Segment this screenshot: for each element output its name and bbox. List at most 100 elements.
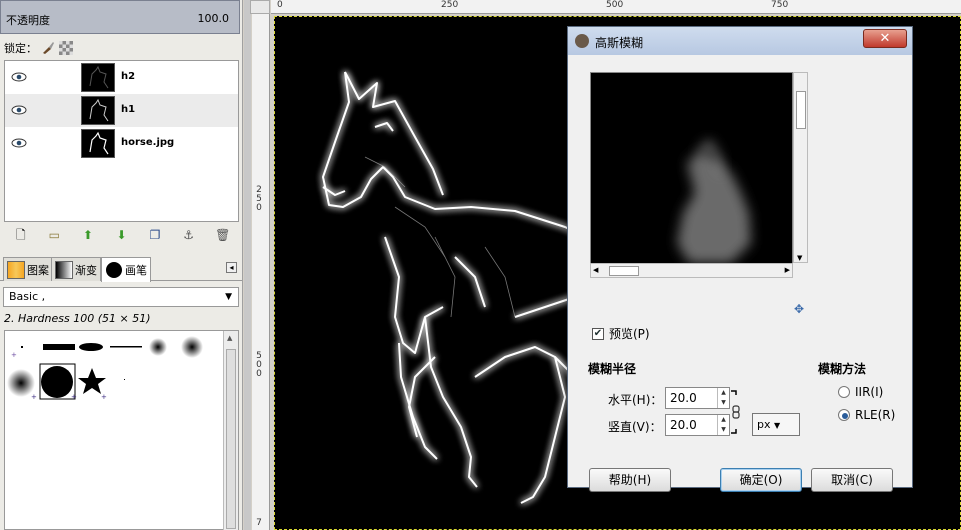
scroll-thumb[interactable] xyxy=(226,349,236,529)
layer-buttons: 🗋 ▭ ⬆ ⬇ ❐ ⚓ 🗑 xyxy=(4,226,239,244)
dialog-title: 高斯模糊 xyxy=(595,36,644,50)
scroll-down-icon[interactable]: ▼ xyxy=(797,254,802,262)
method-label: RLE(R) xyxy=(855,408,896,422)
ruler-label: 750 xyxy=(771,0,789,10)
tab-gradients[interactable]: 渐变 xyxy=(51,257,101,281)
lock-pixels-icon[interactable] xyxy=(41,41,55,55)
folder-icon[interactable]: ▭ xyxy=(47,228,61,242)
pattern-icon xyxy=(7,260,25,279)
brush-preset-select[interactable]: Basic , ▼ xyxy=(3,287,239,307)
layer-row-horse[interactable]: horse.jpg xyxy=(5,127,238,160)
eye-icon[interactable] xyxy=(11,105,27,115)
opacity-slider[interactable]: 不透明度 100.0 xyxy=(0,0,240,34)
current-brush-label: 2. Hardness 100 (51 × 51) xyxy=(4,312,151,325)
svg-text:+: + xyxy=(71,393,77,401)
method-iir-radio[interactable]: IIR(I) xyxy=(838,385,883,399)
ruler-label: 250 xyxy=(441,0,459,10)
svg-text:+: + xyxy=(31,393,37,401)
ruler-label: 5 0 0 xyxy=(256,351,262,379)
ruler-label: 2 5 0 xyxy=(256,185,262,213)
lower-layer-icon[interactable]: ⬇ xyxy=(114,228,128,242)
duplicate-layer-icon[interactable]: ❐ xyxy=(148,228,162,242)
layers-list: h2 h1 horse.jpg xyxy=(4,60,239,222)
horizontal-label: 水平(H)： xyxy=(608,393,663,407)
help-button[interactable]: 帮助(H) xyxy=(589,468,671,492)
gradient-icon xyxy=(55,260,73,279)
brush-preset-value: Basic , xyxy=(9,290,46,303)
radio-icon[interactable] xyxy=(838,386,850,398)
brush-icon xyxy=(105,261,123,279)
eye-icon[interactable] xyxy=(11,72,27,82)
svg-text:+: + xyxy=(11,351,17,359)
new-layer-icon[interactable]: 🗋 xyxy=(14,228,28,242)
tab-menu-icon[interactable]: ◂ xyxy=(226,262,237,273)
radio-selected-icon[interactable] xyxy=(838,409,850,421)
layer-thumbnail xyxy=(81,63,115,92)
scroll-left-icon[interactable]: ◀ xyxy=(593,266,598,274)
preview-checkbox[interactable]: ✔ 预览(P) xyxy=(592,325,650,342)
scroll-thumb[interactable] xyxy=(609,266,639,276)
layer-row-h2[interactable]: h2 xyxy=(5,61,238,94)
dialog-body: ▼ ◀ ▶ ✥ ✔ 预览(P) 模糊半径 模糊方法 水平(H)： 20.0 ▲ ▼… xyxy=(575,56,905,492)
gaussian-blur-dialog: 高斯模糊 ✕ ▼ ◀ ▶ ✥ ✔ 预览(P) 模糊半径 模糊方法 水平(H)： … xyxy=(567,26,913,492)
dock-separator[interactable] xyxy=(244,0,251,530)
unit-value: px xyxy=(757,418,771,431)
method-rle-radio[interactable]: RLE(R) xyxy=(838,408,895,422)
scroll-right-icon[interactable]: ▶ xyxy=(785,266,790,274)
raise-layer-icon[interactable]: ⬆ xyxy=(81,228,95,242)
layer-name: h1 xyxy=(121,104,136,115)
preview-horizontal-scrollbar[interactable]: ◀ ▶ xyxy=(590,263,793,278)
blur-radius-header: 模糊半径 xyxy=(588,362,637,376)
ruler-left[interactable]: 2 5 0 5 0 0 7 xyxy=(252,14,270,530)
delete-icon[interactable]: 🗑 xyxy=(215,228,230,242)
layer-thumbnail xyxy=(81,96,115,125)
opacity-label: 不透明度 xyxy=(6,14,50,27)
left-dock: 不透明度 100.0 锁定： h2 h1 horse.jpg 🗋 ▭ ⬆ ⬇ ❐… xyxy=(0,0,243,530)
blur-method-header: 模糊方法 xyxy=(818,362,867,376)
preview-area[interactable] xyxy=(590,72,793,278)
vertical-label: 竖直(V)： xyxy=(608,420,662,434)
vertical-input[interactable]: 20.0 ▲ ▼ xyxy=(665,414,730,436)
brush-scrollbar[interactable]: ▲ xyxy=(223,331,238,530)
spin-arrows-icon[interactable]: ▲ ▼ xyxy=(717,415,729,435)
navigate-icon[interactable]: ✥ xyxy=(794,302,804,316)
layer-name: h2 xyxy=(121,71,136,82)
brush-previews[interactable]: + + + + xyxy=(5,331,223,530)
ruler-corner[interactable] xyxy=(250,0,270,14)
tab-patterns[interactable]: 图案 xyxy=(3,257,53,281)
blur-preview-image xyxy=(677,139,751,263)
chevron-down-icon: ▼ xyxy=(774,421,781,430)
ruler-label: 0 xyxy=(277,0,283,10)
unit-select[interactable]: px ▼ xyxy=(752,413,800,436)
tab-brushes[interactable]: 画笔 xyxy=(101,257,151,282)
scroll-up-icon[interactable]: ▲ xyxy=(227,334,232,342)
anchor-icon[interactable]: ⚓ xyxy=(182,228,196,242)
ruler-top[interactable]: 0 250 500 750 xyxy=(271,0,961,14)
preview-vertical-scrollbar[interactable]: ▼ xyxy=(793,72,808,263)
tab-label: 渐变 xyxy=(75,263,97,277)
layer-name: horse.jpg xyxy=(121,137,175,148)
gimp-icon xyxy=(575,34,589,48)
ruler-label: 7 xyxy=(256,518,262,528)
vertical-value: 20.0 xyxy=(670,418,697,432)
chain-link-icon[interactable] xyxy=(729,389,743,435)
layer-row-h1[interactable]: h1 xyxy=(5,94,238,127)
tab-label: 画笔 xyxy=(125,264,147,277)
dialog-titlebar[interactable]: 高斯模糊 ✕ xyxy=(568,27,912,55)
spin-arrows-icon[interactable]: ▲ ▼ xyxy=(717,388,729,408)
close-button[interactable]: ✕ xyxy=(863,29,907,48)
horizontal-input[interactable]: 20.0 ▲ ▼ xyxy=(665,387,730,409)
brush-grid[interactable]: + + + + ▲ xyxy=(4,330,239,530)
horizontal-value: 20.0 xyxy=(670,391,697,405)
checkbox-checked-icon[interactable]: ✔ xyxy=(592,327,604,340)
method-label: IIR(I) xyxy=(855,385,884,399)
ok-button[interactable]: 确定(O) xyxy=(720,468,802,492)
chevron-down-icon: ▼ xyxy=(225,292,232,302)
scroll-thumb[interactable] xyxy=(796,91,806,129)
lock-label: 锁定： xyxy=(4,42,37,55)
lock-row: 锁定： xyxy=(4,40,73,56)
eye-icon[interactable] xyxy=(11,138,27,148)
ruler-label: 500 xyxy=(606,0,624,10)
lock-alpha-icon[interactable] xyxy=(59,41,73,55)
cancel-button[interactable]: 取消(C) xyxy=(811,468,893,492)
